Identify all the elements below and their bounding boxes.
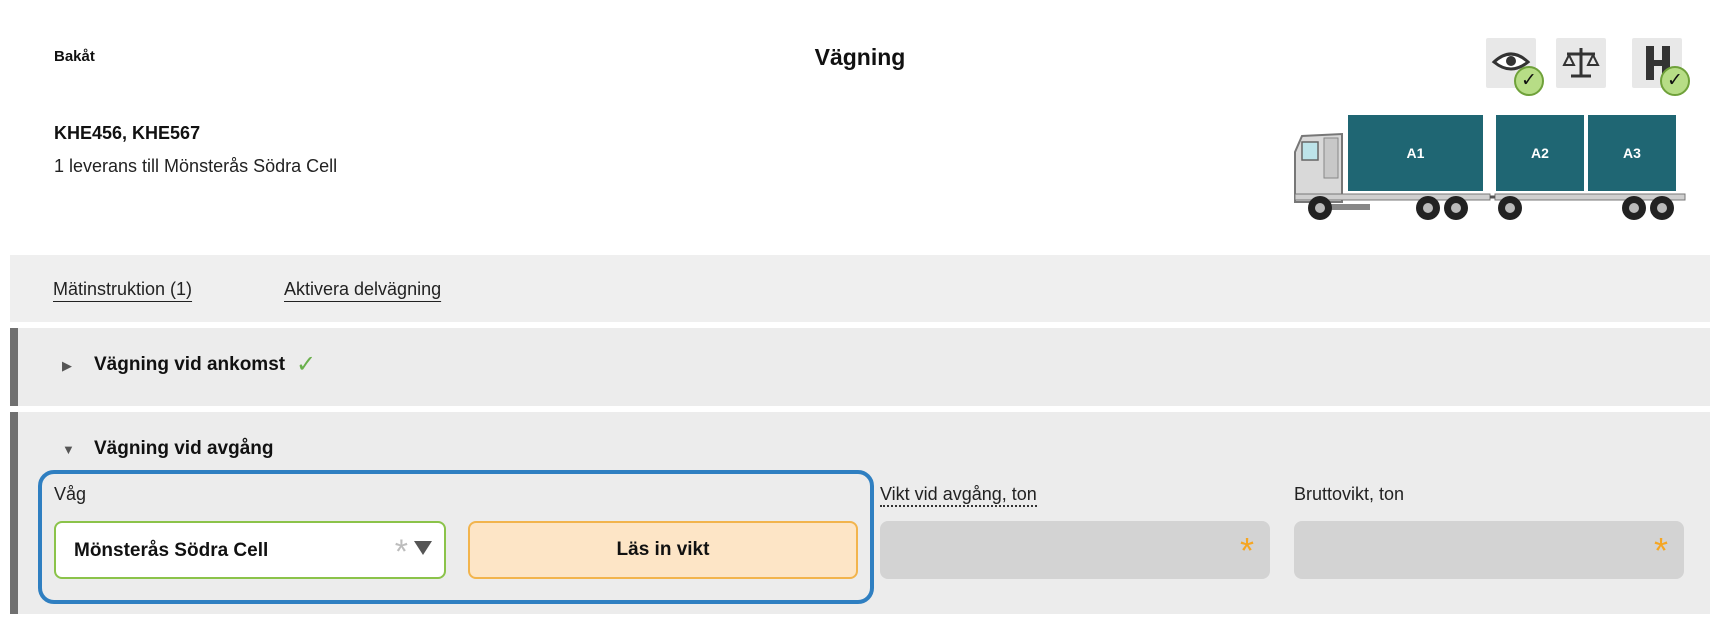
departure-weight-label: Vikt vid avgång, ton xyxy=(880,484,1037,507)
container-a1[interactable]: A1 xyxy=(1348,115,1483,191)
required-icon: * xyxy=(1239,530,1254,571)
page-title: Vägning xyxy=(814,44,906,70)
expand-icon[interactable]: ▶ xyxy=(62,358,72,374)
truck-ids: KHE456, KHE567 xyxy=(54,123,201,143)
container-a2[interactable]: A2 xyxy=(1496,115,1584,191)
activate-partial-weighing-link[interactable]: Aktivera delvägning xyxy=(284,279,441,300)
check-icon: ✓ xyxy=(1660,66,1690,96)
transport-status[interactable]: ✓ xyxy=(1632,38,1690,96)
required-icon: * xyxy=(394,533,408,571)
truck-illustration: A1 A2 A3 xyxy=(1290,112,1690,224)
departure-weighing-title[interactable]: Vägning vid avgång xyxy=(94,438,273,460)
check-icon: ✓ xyxy=(296,351,317,378)
arrival-weighing-section[interactable]: ▶ Vägning vid ankomst ✓ xyxy=(10,328,1710,406)
arrival-weighing-title[interactable]: Vägning vid ankomst xyxy=(94,354,285,376)
read-weight-button[interactable]: Läs in vikt xyxy=(468,521,858,579)
scale-select-value: Mönsterås Södra Cell xyxy=(74,540,269,561)
delivery-info: 1 leverans till Mönsterås Södra Cell xyxy=(54,156,338,176)
gross-weight-label: Bruttovikt, ton xyxy=(1294,484,1405,504)
weighing-status[interactable] xyxy=(1556,38,1606,88)
gross-weight-input[interactable]: * xyxy=(1294,521,1684,579)
chevron-down-icon[interactable] xyxy=(414,541,432,555)
collapse-icon[interactable]: ▼ xyxy=(62,442,75,457)
scale-icon xyxy=(1562,48,1600,78)
measurement-instruction-link[interactable]: Mätinstruktion (1) xyxy=(53,279,192,300)
container-a3[interactable]: A3 xyxy=(1588,115,1676,191)
required-icon: * xyxy=(1653,530,1668,571)
inspection-status[interactable]: ✓ xyxy=(1486,38,1544,96)
scale-label: Våg xyxy=(54,484,87,504)
check-icon: ✓ xyxy=(1514,66,1544,96)
departure-weight-input[interactable]: * xyxy=(880,521,1270,579)
scale-select[interactable]: Mönsterås Södra Cell * xyxy=(54,521,446,579)
toolbar: Mätinstruktion (1) Aktivera delvägning xyxy=(10,255,1710,322)
